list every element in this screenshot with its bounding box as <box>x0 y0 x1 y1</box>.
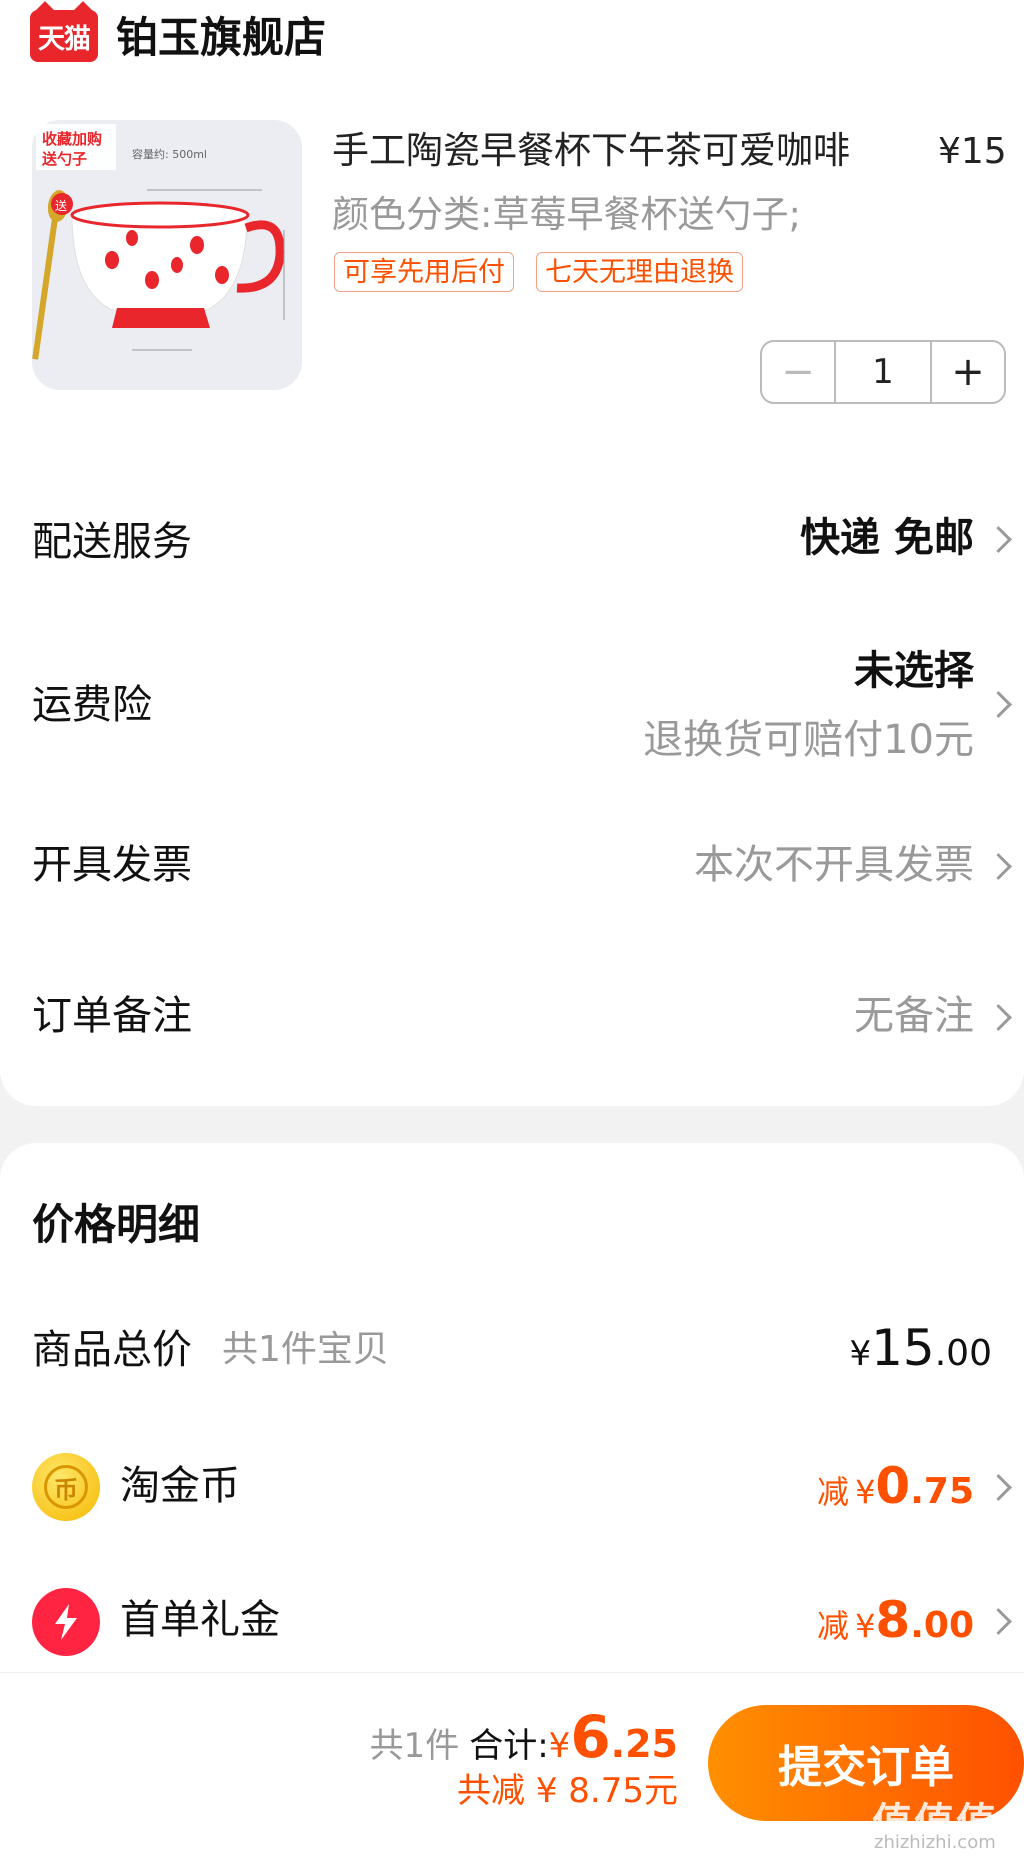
discount-prefix: 减 <box>817 1473 850 1511</box>
delivery-value[interactable]: 快递 免邮 <box>800 510 974 566</box>
insurance-value[interactable]: 未选择 <box>854 643 974 699</box>
quantity-value[interactable]: 1 <box>834 342 932 402</box>
total-price-int: 15 <box>871 1319 935 1377</box>
currency-symbol: ¥ <box>855 1473 876 1511</box>
increase-quantity-button[interactable]: + <box>932 342 1004 402</box>
price-detail-title: 价格明细 <box>32 1200 201 1249</box>
tmall-logo: 天猫 <box>30 10 98 62</box>
watermark-url: zhizhizhi.com <box>874 1832 996 1853</box>
currency-symbol: ¥ <box>855 1607 876 1645</box>
free-return-tag: 七天无理由退换 <box>536 252 743 292</box>
remark-value[interactable]: 无备注 <box>854 988 974 1044</box>
store-name[interactable]: 铂玉旗舰店 <box>116 10 326 66</box>
order-total-dec: .25 <box>610 1722 678 1766</box>
insurance-sub: 退换货可赔付10元 <box>643 717 974 763</box>
image-promo-line1: 收藏加购 <box>42 130 102 148</box>
image-promo-line2: 送勺子 <box>41 150 87 168</box>
insurance-label: 运费险 <box>32 682 152 728</box>
order-count: 共1件 <box>369 1726 460 1766</box>
invoice-value[interactable]: 本次不开具发票 <box>694 837 974 893</box>
product-sku[interactable]: 颜色分类:草莓早餐杯送勺子; <box>332 190 801 240</box>
gift-discount-int: 8 <box>875 1591 911 1649</box>
coin-label: 淘金币 <box>120 1463 240 1509</box>
lightning-glyph <box>55 1604 77 1640</box>
currency-symbol: ¥ <box>548 1726 571 1766</box>
product-title[interactable]: 手工陶瓷早餐杯下午茶可爱咖啡 <box>332 126 850 176</box>
lightning-icon <box>32 1588 100 1656</box>
gold-coin-icon: 币 <box>32 1453 100 1521</box>
image-gift-badge: 送 <box>55 198 67 213</box>
coin-glyph: 币 <box>44 1465 88 1509</box>
invoice-label: 开具发票 <box>32 842 192 888</box>
total-price-dec: .00 <box>934 1333 992 1374</box>
pay-later-tag: 可享先用后付 <box>334 252 514 292</box>
currency-symbol: ¥ <box>849 1334 872 1374</box>
gift-label: 首单礼金 <box>120 1597 280 1643</box>
order-saved: 共减 ¥ 8.75元 <box>457 1771 678 1811</box>
order-total-int: 6 <box>570 1703 611 1771</box>
total-item-count: 共1件宝贝 <box>222 1329 389 1370</box>
coin-discount-int: 0 <box>875 1457 911 1515</box>
gift-discount[interactable]: 减 ¥8.00 <box>817 1590 974 1662</box>
coin-discount[interactable]: 减 ¥0.75 <box>817 1456 974 1528</box>
remark-label: 订单备注 <box>32 993 192 1039</box>
product-price: ¥15 <box>938 131 1007 172</box>
strawberry-cup-image: 收藏加购 送勺子 容量约: 500ml 送 <box>32 124 285 360</box>
delivery-label: 配送服务 <box>32 519 192 565</box>
total-price-value: ¥15.00 <box>849 1318 992 1390</box>
decrease-quantity-button[interactable]: − <box>762 342 834 402</box>
total-price-label: 商品总价 <box>32 1327 192 1373</box>
image-capacity: 容量约: 500ml <box>132 147 207 161</box>
product-image[interactable]: 收藏加购 送勺子 容量约: 500ml 送 <box>32 120 302 390</box>
order-total-label: 合计: <box>469 1726 549 1766</box>
coin-discount-dec: .75 <box>910 1471 974 1512</box>
gift-discount-dec: .00 <box>910 1605 974 1646</box>
tmall-logo-text: 天猫 <box>38 23 91 55</box>
quantity-stepper: − 1 + <box>760 340 1006 404</box>
discount-prefix: 减 <box>817 1607 850 1645</box>
